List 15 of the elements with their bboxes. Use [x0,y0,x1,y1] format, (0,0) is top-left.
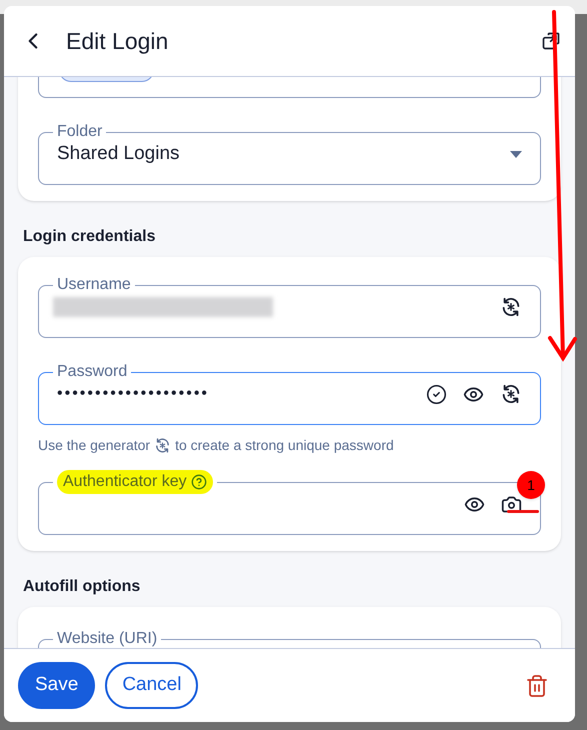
field-label: Folder [57,123,102,140]
page-title: Edit Login [66,26,168,56]
section-heading: Login credentials [23,227,156,247]
field-label: Website (URI) [57,630,158,647]
helper-text: Use the generator [38,436,150,455]
highlighted-label: Authenticator key [57,470,213,494]
folder-value: Shared Logins [57,142,180,166]
step-badge: 1 [517,471,545,499]
field-label: Password [57,363,128,380]
password-value: •••••••••••••••••••• [57,384,210,404]
cancel-button[interactable]: Cancel [105,662,198,709]
section-heading: Autofill options [23,577,142,597]
field-label: Username [57,276,131,293]
save-button[interactable]: Save [18,662,96,709]
helper-text: to create a strong unique password [175,436,394,455]
